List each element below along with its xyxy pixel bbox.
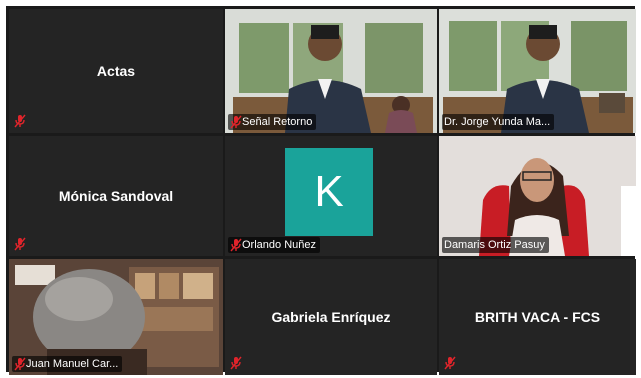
muted-microphone-icon [14,114,26,128]
muted-microphone-icon [14,357,26,371]
participant-tile-actas[interactable]: Actas [9,9,223,133]
participant-name: Juan Manuel Car... [26,358,119,370]
participant-name: Orlando Nuñez [242,239,316,251]
participant-name: Mónica Sandoval [58,188,174,204]
participant-tile-gabriela-enriquez[interactable]: Gabriela Enríquez [225,259,437,375]
participant-tile-senal-retorno[interactable]: Señal Retorno [225,9,437,133]
participant-name: Damaris Ortiz Pasuy [444,239,545,251]
participant-tile-orlando-nunez[interactable]: K Orlando Nuñez [225,136,437,256]
avatar: K [285,148,373,236]
participant-name: BRITH VACA - FCS [474,309,601,325]
participant-name-tag: Juan Manuel Car... [12,356,123,372]
muted-microphone-icon [14,237,26,251]
muted-microphone-icon [230,115,242,129]
participant-name-tag: Orlando Nuñez [228,237,320,253]
participant-name-tag: Damaris Ortiz Pasuy [442,237,549,253]
muted-microphone-icon [444,356,456,370]
muted-microphone-icon [230,356,242,370]
participant-name: Señal Retorno [242,116,313,128]
participant-name: Gabriela Enríquez [271,309,391,325]
muted-microphone-icon [230,238,242,252]
participant-tile-monica-sandoval[interactable]: Mónica Sandoval [9,136,223,256]
participant-tile-juan-manuel[interactable]: Juan Manuel Car... [9,259,223,375]
participant-name: Dr. Jorge Yunda Ma... [444,116,551,128]
participant-tile-brith-vaca[interactable]: BRITH VACA - FCS [439,259,636,375]
participant-tile-jorge-yunda[interactable]: Dr. Jorge Yunda Ma... [439,9,636,133]
participant-name: Actas [96,63,136,79]
participant-name-tag: Dr. Jorge Yunda Ma... [442,114,555,130]
participant-name-tag: Señal Retorno [228,114,317,130]
participant-grid: Actas Señal Retorno Dr. Jorge Yunda Ma..… [9,9,636,375]
gallery-view: Actas Señal Retorno Dr. Jorge Yunda Ma..… [6,6,636,375]
participant-tile-damaris-ortiz[interactable]: Damaris Ortiz Pasuy [439,136,636,256]
